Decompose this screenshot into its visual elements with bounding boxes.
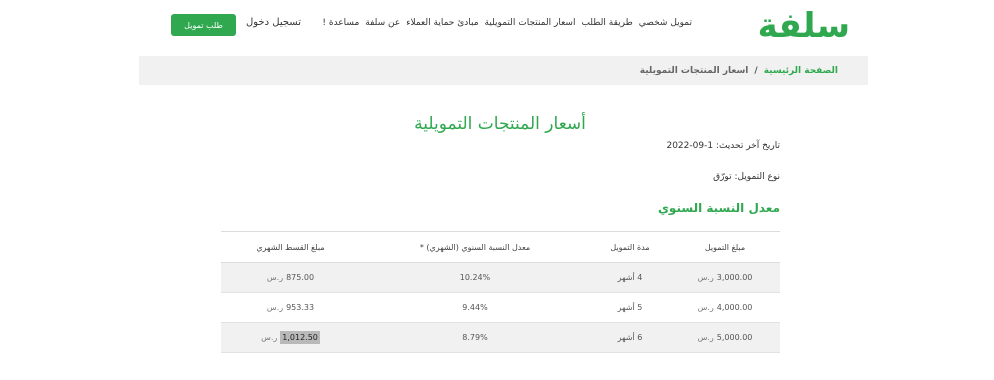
apply-button[interactable]: طلب تمويل <box>171 14 236 36</box>
cell-installment: 875.00ر.س <box>221 262 360 293</box>
cell-amount: 4,000.00ر.س <box>670 292 780 323</box>
breadcrumb-home-link[interactable]: الصفحة الرئيسية <box>764 66 838 76</box>
rates-table: مبلغ التمويل مدة التمويل معدل النسبة الس… <box>221 231 780 353</box>
login-link[interactable]: تسجيل دخول <box>246 17 301 28</box>
cell-rate: 10.24% <box>360 262 590 293</box>
breadcrumb: الصفحة الرئيسية / اسعار المنتجات التمويلية <box>640 66 838 76</box>
breadcrumb-bar: الصفحة الرئيسية / اسعار المنتجات التمويلية <box>139 56 868 85</box>
cell-installment: 953.33ر.س <box>221 292 360 323</box>
cell-amount: 3,000.00ر.س <box>670 262 780 293</box>
table-row: 3,000.00ر.س 4 أشهر 10.24% 875.00ر.س <box>221 262 780 293</box>
cell-duration: 6 أشهر <box>590 322 670 353</box>
header-installment: مبلغ القسط الشهري <box>221 231 360 263</box>
cell-amount: 5,000.00ر.س <box>670 322 780 353</box>
nav-item-how-to-apply[interactable]: طريقة الطلب <box>581 18 632 34</box>
header-rate: معدل النسبة السنوي (الشهري) * <box>360 231 590 263</box>
cell-rate: 8.79% <box>360 322 590 353</box>
cell-duration: 4 أشهر <box>590 262 670 293</box>
cell-installment: 1,012.50ر.س <box>221 322 360 353</box>
table-header-row: مبلغ التمويل مدة التمويل معدل النسبة الس… <box>221 231 780 263</box>
cell-duration: 5 أشهر <box>590 292 670 323</box>
nav-item-personal-finance[interactable]: تمويل شخصي <box>639 18 692 34</box>
table-row: 5,000.00ر.س 6 أشهر 8.79% 1,012.50ر.س <box>221 322 780 353</box>
header-amount: مبلغ التمويل <box>670 231 780 263</box>
last-updated-text: تاريخ آخر تحديث: 1-09-2022 <box>666 141 780 151</box>
site-header: سلفة تمويل شخصي طريقة الطلب اسعار المنتج… <box>0 0 994 56</box>
breadcrumb-current: اسعار المنتجات التمويلية <box>639 66 749 76</box>
section-title: معدل النسبة السنوي <box>657 201 780 215</box>
table-row: 4,000.00ر.س 5 أشهر 9.44% 953.33ر.س <box>221 292 780 323</box>
nav-item-product-prices[interactable]: اسعار المنتجات التمويلية <box>485 18 576 34</box>
page-title: أسعار المنتجات التمويلية <box>414 114 586 134</box>
main-nav: تمويل شخصي طريقة الطلب اسعار المنتجات ال… <box>322 18 692 34</box>
cell-rate: 9.44% <box>360 292 590 323</box>
nav-item-customer-protection[interactable]: مبادئ حماية العملاء <box>406 18 478 34</box>
nav-item-about[interactable]: عن سلفة <box>365 18 400 34</box>
selected-installment-value: 1,012.50 <box>280 331 320 344</box>
breadcrumb-separator: / <box>754 66 758 76</box>
header-duration: مدة التمويل <box>590 231 670 263</box>
finance-type-text: نوع التمويل: تورّق <box>713 172 780 182</box>
salfa-logo[interactable]: سلفة <box>758 4 850 48</box>
nav-item-help[interactable]: مساعدة ! <box>322 18 359 34</box>
